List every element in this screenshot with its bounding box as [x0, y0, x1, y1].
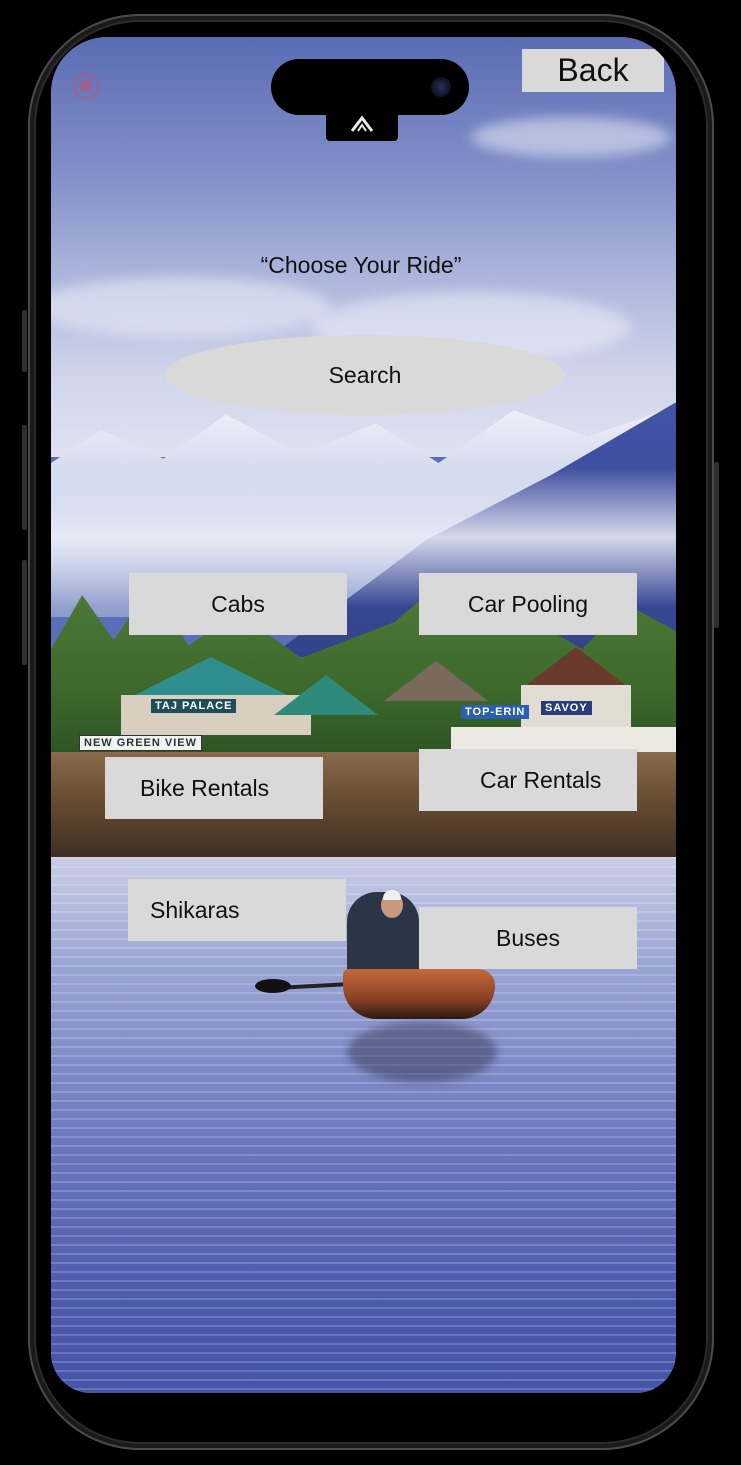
sign-top-erin: TOP-ERIN — [461, 705, 530, 719]
camera-icon — [431, 77, 451, 97]
car-pooling-button[interactable]: Car Pooling — [419, 573, 637, 635]
app-screen: TAJ PALACE NEW GREEN VIEW TOP-ERIN SAVOY… — [51, 37, 676, 1393]
shikaras-button[interactable]: Shikaras — [128, 879, 346, 941]
back-button[interactable]: Back — [522, 49, 664, 92]
sign-taj-palace: TAJ PALACE — [151, 699, 237, 713]
sign-savoy: SAVOY — [541, 701, 592, 715]
record-icon — [73, 73, 99, 99]
cloud — [471, 117, 671, 157]
sign-new-green-view: NEW GREEN VIEW — [79, 735, 203, 751]
volume-up-button — [22, 425, 27, 530]
shikara-boat — [343, 969, 495, 1019]
boatman-cap — [383, 890, 401, 900]
search-input[interactable] — [165, 335, 565, 415]
cabs-button[interactable]: Cabs — [129, 573, 347, 635]
house-roof — [384, 661, 488, 701]
house-roof — [131, 657, 291, 697]
action-button — [22, 310, 27, 372]
bike-rentals-button[interactable]: Bike Rentals — [105, 757, 323, 819]
car-rentals-button[interactable]: Car Rentals — [419, 749, 637, 811]
oar-blade — [255, 979, 291, 993]
power-button — [714, 462, 719, 628]
buses-button[interactable]: Buses — [419, 907, 637, 969]
page-title: “Choose Your Ride” — [260, 252, 462, 278]
logo-chevron-icon — [350, 115, 374, 132]
dynamic-island — [271, 59, 469, 115]
boat-reflection — [347, 1022, 497, 1082]
volume-down-button — [22, 560, 27, 665]
